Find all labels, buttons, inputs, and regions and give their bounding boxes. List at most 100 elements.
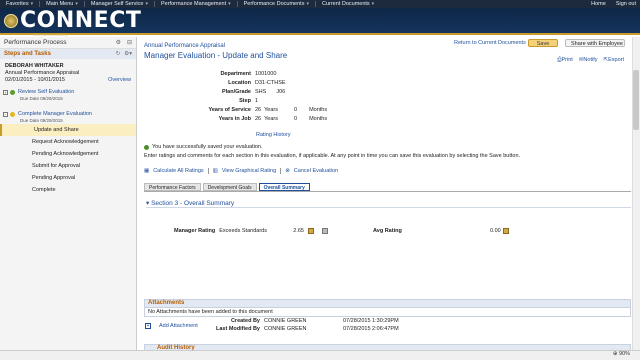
- period-end: 10/01/2015: [37, 77, 65, 83]
- substep-complete[interactable]: Complete: [0, 184, 136, 196]
- substep-pending-approval[interactable]: Pending Approval: [0, 172, 136, 184]
- location-label: Location: [228, 80, 251, 86]
- months-value: 0: [294, 116, 298, 122]
- menu-main-menu[interactable]: Main Menu ▾: [40, 0, 84, 8]
- toolbar-separator: [207, 168, 209, 174]
- collapse-icon[interactable]: ⊟: [127, 39, 132, 46]
- page-title: Manager Evaluation - Update and Share: [144, 51, 288, 60]
- expand-icon[interactable]: +: [3, 90, 8, 95]
- years-unit: Years: [264, 107, 278, 113]
- zoom-level: 90%: [618, 351, 630, 357]
- department-row: Department 1001000: [140, 71, 276, 78]
- created-by-value: CONNIE GREEN: [264, 318, 307, 324]
- steps-header: Steps and Tasks ↻ ⚙▾: [0, 49, 136, 59]
- refresh-icon[interactable]: ↻: [116, 51, 121, 57]
- department-label: Department: [220, 71, 251, 77]
- sign-out-link[interactable]: Sign out: [616, 1, 636, 7]
- audit-modified-row: Last Modified By CONNIE GREEN 07/28/2015…: [144, 326, 399, 333]
- instructions-text: Enter ratings and comments for each sect…: [144, 153, 521, 159]
- months-value: 0: [294, 107, 298, 113]
- step-review-self-evaluation[interactable]: + Review Self Evaluation: [0, 89, 136, 96]
- section-title[interactable]: ▾ Section 3 - Overall Summary: [146, 199, 234, 207]
- save-button[interactable]: Save: [528, 39, 558, 47]
- overview-link[interactable]: Overview: [108, 77, 131, 84]
- success-text: You have successfully saved your evaluat…: [152, 144, 263, 150]
- years-in-job-label: Years in Job: [218, 116, 251, 122]
- tab-overall-summary[interactable]: Overall Summary: [258, 183, 310, 191]
- attachments-empty-message: No Attachments have been added to this d…: [144, 308, 631, 317]
- rating-details-icon[interactable]: [502, 228, 509, 234]
- calculate-all-ratings-link[interactable]: Calculate All Ratings: [153, 168, 203, 174]
- avg-rating-value: 0.00: [490, 228, 501, 234]
- step-value: 1: [255, 98, 259, 104]
- step-label[interactable]: Review Self Evaluation: [18, 89, 74, 96]
- manager-rating-number: 2.65: [293, 228, 304, 234]
- years-in-job-row: Years in Job 26 Years 0 Months: [140, 116, 328, 123]
- chevron-down-icon: ▾: [228, 1, 231, 7]
- employee-name: DEBORAH WHITAKER: [5, 63, 64, 69]
- main-content: Return to Current Documents Save Share w…: [140, 37, 632, 353]
- home-link[interactable]: Home: [591, 1, 606, 7]
- period-separator: -: [34, 77, 36, 83]
- chevron-down-icon: ▾: [75, 1, 78, 7]
- menu-current-documents[interactable]: Current Documents ▾: [316, 0, 380, 8]
- notify-link[interactable]: ✉Notify: [579, 57, 598, 64]
- calculator-icon[interactable]: [321, 228, 328, 234]
- panel-title-row: Performance Process ⚙ ⊟: [0, 37, 136, 49]
- years-of-service-label: Years of Service: [208, 107, 251, 113]
- menu-performance-management[interactable]: Performance Management ▾: [155, 0, 237, 8]
- zoom-indicator[interactable]: ⊕ 90%: [613, 351, 630, 357]
- section-divider: [146, 207, 631, 208]
- step-label[interactable]: Complete Manager Evaluation: [18, 111, 92, 118]
- tab-performance-factors[interactable]: Performance Factors: [144, 183, 201, 191]
- check-icon: [10, 90, 15, 95]
- zoom-icon: ⊕: [612, 351, 618, 357]
- collapse-icon[interactable]: −: [3, 112, 8, 117]
- years-of-service-row: Years of Service 26 Years 0 Months: [140, 107, 327, 114]
- panel-title: Performance Process: [4, 39, 67, 46]
- chevron-down-icon: ▾: [30, 1, 34, 7]
- period-row: 02/01/2015 - 10/01/2015 Overview: [0, 77, 136, 84]
- left-panel: Performance Process ⚙ ⊟ Steps and Tasks ↻…: [0, 37, 137, 350]
- rating-details-icon[interactable]: [307, 228, 314, 234]
- rating-history-link[interactable]: Rating History: [256, 132, 291, 138]
- manager-rating-label: Manager Rating: [174, 228, 216, 234]
- years-in-job-value: 26: [255, 116, 262, 122]
- options-icon[interactable]: ⚙▾: [124, 51, 132, 57]
- share-with-employee-button[interactable]: Share with Employee: [565, 39, 625, 47]
- in-progress-icon: [10, 112, 15, 117]
- collapse-triangle-icon[interactable]: ▾: [146, 200, 149, 207]
- tab-development-goals[interactable]: Development Goals: [202, 183, 257, 191]
- menubar-right: Home Sign out: [591, 0, 636, 8]
- menu-performance-documents[interactable]: Performance Documents ▾: [238, 0, 315, 8]
- scrollbar-thumb[interactable]: [633, 70, 639, 130]
- created-by-label: Created By: [230, 318, 260, 324]
- audit-created-row-visible: Created By CONNIE GREEN 07/28/2015 1:30:…: [144, 318, 399, 325]
- print-link[interactable]: ⎙Print: [557, 57, 573, 64]
- cancel-evaluation-link[interactable]: Cancel Evaluation: [294, 168, 338, 174]
- return-to-documents-link[interactable]: Return to Current Documents: [449, 39, 531, 47]
- step-row: Step 1: [140, 98, 258, 105]
- app-logo: CONNECT Maryland Judiciary: [4, 10, 141, 37]
- export-link[interactable]: ⇱Export: [603, 57, 624, 64]
- step-label: Step: [239, 98, 251, 104]
- page-actions: ⎙Print ✉Notify ⇱Export: [557, 57, 624, 64]
- step-complete-manager-evaluation[interactable]: − Complete Manager Evaluation: [0, 111, 136, 118]
- substep-request-acknowledgement[interactable]: Request Acknowledgement: [0, 136, 136, 148]
- substep-update-and-share[interactable]: Update and Share: [0, 124, 136, 136]
- avg-rating-row: 0.00: [490, 228, 509, 234]
- gear-icon[interactable]: ⚙: [116, 39, 121, 46]
- substep-submit-for-approval[interactable]: Submit for Approval: [0, 160, 136, 172]
- graph-icon: ▥: [212, 168, 218, 174]
- months-unit: Months: [309, 116, 328, 122]
- view-graphical-rating-link[interactable]: View Graphical Rating: [222, 168, 276, 174]
- menu-manager-self-service[interactable]: Manager Self Service ▾: [85, 0, 154, 8]
- seal-icon: [4, 14, 18, 28]
- substep-pending-acknowledgement[interactable]: Pending Acknowledgement: [0, 148, 136, 160]
- chevron-down-icon: ▾: [371, 1, 375, 7]
- menu-favorites[interactable]: Favorites ▾: [0, 0, 39, 8]
- avg-rating-label: Avg Rating: [373, 228, 402, 234]
- modified-by-label: Last Modified By: [215, 326, 260, 332]
- toolbar-separator: [280, 168, 282, 174]
- steps-header-label: Steps and Tasks: [4, 51, 51, 57]
